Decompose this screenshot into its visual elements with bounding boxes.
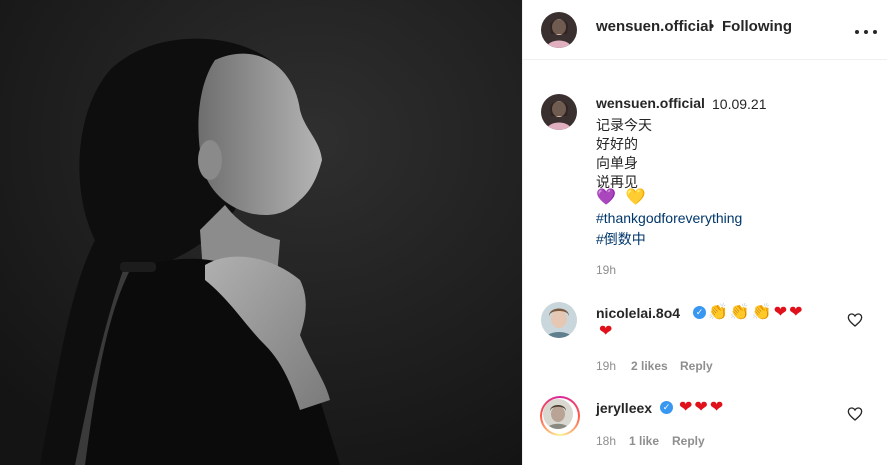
reply-button[interactable]: Reply xyxy=(672,434,705,448)
comment-likes[interactable]: 1 like xyxy=(629,434,659,448)
caption-username[interactable]: wensuen.official xyxy=(596,95,705,111)
caption-time[interactable]: 19h xyxy=(596,263,616,277)
post-image[interactable] xyxy=(0,0,522,465)
red-heart-icon: ❤ xyxy=(709,399,724,416)
red-heart-icon: ❤ xyxy=(679,399,693,416)
caption-emojis: 💜 💛 xyxy=(596,188,646,208)
author-avatar[interactable] xyxy=(541,12,577,48)
verified-badge-icon: ✓ xyxy=(660,401,673,414)
comment-emojis-line2: ❤ xyxy=(599,323,612,341)
caption-line: 向单身 xyxy=(596,155,638,171)
story-ring[interactable] xyxy=(540,396,580,436)
comment-time[interactable]: 19h xyxy=(596,359,616,373)
clapping-hands-icon: 👏 xyxy=(751,304,772,321)
caption-avatar[interactable] xyxy=(541,94,577,130)
more-options-icon[interactable] xyxy=(855,21,877,39)
heart-outline-icon[interactable] xyxy=(847,406,863,422)
post-header: wensuen.official • Following xyxy=(523,0,887,60)
comment-username[interactable]: nicolelai.8o4 xyxy=(596,305,680,321)
yellow-heart-icon: 💛 xyxy=(625,189,646,207)
comments-panel: wensuen.official • Following wensuen.off… xyxy=(522,0,887,465)
red-heart-icon: ❤ xyxy=(599,323,613,340)
author-username[interactable]: wensuen.official xyxy=(596,18,713,35)
hashtag-link[interactable]: #倒数中 xyxy=(596,229,646,249)
comment-time[interactable]: 18h xyxy=(596,434,616,448)
commenter-avatar[interactable] xyxy=(541,302,577,338)
comment-username[interactable]: jerylleex xyxy=(596,400,652,416)
reply-button[interactable]: Reply xyxy=(680,359,713,373)
caption-line: 记录今天 xyxy=(596,117,652,133)
caption-date: 10.09.21 xyxy=(712,96,767,112)
caption-line: 好好的 xyxy=(596,136,638,152)
red-heart-icon: ❤ xyxy=(789,304,803,321)
comment-emojis: ❤ ❤ ❤ xyxy=(679,399,723,417)
commenter-avatar[interactable] xyxy=(543,399,573,429)
clapping-hands-icon: 👏 xyxy=(708,304,728,321)
comment-likes[interactable]: 2 likes xyxy=(631,359,668,373)
portrait-photo xyxy=(0,0,522,465)
clapping-hands-icon: 👏 xyxy=(729,304,750,321)
comment-emojis: 👏 👏 👏 ❤ ❤ xyxy=(708,304,803,322)
header-separator: • xyxy=(709,18,715,35)
purple-heart-icon: 💜 xyxy=(596,189,616,206)
red-heart-icon: ❤ xyxy=(773,304,788,321)
following-button[interactable]: Following xyxy=(722,18,792,35)
verified-badge-icon: ✓ xyxy=(693,306,706,319)
red-heart-icon: ❤ xyxy=(694,399,708,416)
heart-outline-icon[interactable] xyxy=(847,312,863,328)
hashtag-link[interactable]: #thankgodforeverything xyxy=(596,210,742,226)
